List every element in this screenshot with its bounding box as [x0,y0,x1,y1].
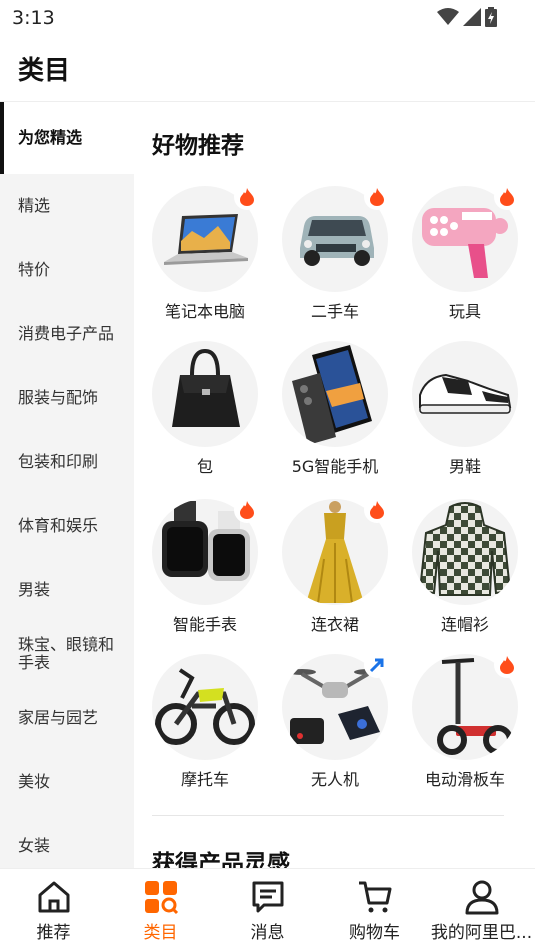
category-image [282,341,388,447]
sidebar-item-label: 家居与园艺 [18,708,99,727]
sidebar-item-label: 女装 [18,836,51,855]
category-label: 包 [196,457,213,476]
category-image [412,499,518,605]
hot-badge-icon [364,497,390,523]
category-label: 二手车 [310,302,359,321]
sidebar-item-label: 为您精选 [18,128,83,147]
nav-category[interactable]: 类目 [107,869,214,951]
sidebar-item-label: 消费电子产品 [18,324,115,343]
category-card[interactable]: 二手车 [282,184,390,326]
handbag-icon [172,348,240,427]
status-bar: 3:13 [0,0,535,36]
nav-cart[interactable]: 购物车 [321,869,428,951]
category-image [152,654,258,760]
message-icon [252,881,284,913]
category-label: 电动滑板车 [424,770,505,789]
nav-my-alibaba[interactable]: 我的阿里巴... [428,869,535,951]
category-card[interactable]: 智能手表 [152,497,260,639]
sidebar-item-packaging[interactable]: 包装和印刷 [0,430,134,494]
sidebar-item-label: 服装与配饰 [18,388,99,407]
category-label: 无人机 [310,770,359,789]
category-card[interactable]: 电动滑板车 [412,652,520,794]
sidebar-item-label: 体育和娱乐 [18,516,99,535]
smartphone-icon [292,345,372,445]
category-label: 笔记本电脑 [164,302,245,321]
section-divider [152,815,504,816]
sidebar-item-label: 特价 [18,260,51,279]
header: 类目 [0,36,535,102]
inspiration-section-title: 获得产品灵感 [152,851,290,868]
category-label: 玩具 [448,302,481,321]
category-icon [145,881,179,915]
category-card[interactable]: 连衣裙 [282,497,390,639]
wifi-icon [437,8,459,25]
nav-home[interactable]: 推荐 [0,869,107,951]
category-label: 男鞋 [448,457,481,476]
category-card[interactable]: 无人机 [282,652,390,794]
sidebar-item-menswear[interactable]: 男装 [0,558,134,622]
page-title: 类目 [18,56,71,86]
sidebar-item-home-garden[interactable]: 家居与园艺 [0,686,134,750]
home-icon [38,881,70,913]
app-screen: 3:13 类目 为您精选 精选 特价 消费电子产品 服装与配饰 包装和印刷 体育… [0,0,535,951]
category-label: 5G智能手机 [291,457,379,476]
hot-badge-icon [494,184,520,210]
section-title: 好物推荐 [152,133,244,159]
category-card[interactable]: 玩具 [412,184,520,326]
category-label: 摩托车 [180,770,229,789]
sidebar-item-deals[interactable]: 特价 [0,238,134,302]
sidebar-item-featured[interactable]: 精选 [0,174,134,238]
nav-label: 购物车 [349,923,400,943]
hot-badge-icon [494,652,520,678]
category-image [152,341,258,447]
trending-badge-icon [364,652,390,678]
category-image [412,341,518,447]
sidebar-item-sports[interactable]: 体育和娱乐 [0,494,134,558]
sidebar-item-electronics[interactable]: 消费电子产品 [0,302,134,366]
battery-icon [485,7,497,27]
category-sidebar: 为您精选 精选 特价 消费电子产品 服装与配饰 包装和印刷 体育和娱乐 男装 珠… [0,102,134,868]
category-label: 连帽衫 [440,615,489,634]
sidebar-item-jewelry[interactable]: 珠宝、眼镜和手表 [0,622,134,686]
hoodie-icon [418,502,512,596]
status-time: 3:13 [12,7,55,29]
category-card[interactable]: 笔记本电脑 [152,184,260,326]
hot-badge-icon [234,184,260,210]
nav-label: 消息 [250,923,285,943]
nav-label: 推荐 [36,923,71,943]
category-card[interactable]: 5G智能手机 [282,341,388,481]
sidebar-item-label: 包装和印刷 [18,452,99,471]
sneaker-icon [419,373,512,414]
hot-badge-icon [364,184,390,210]
category-label: 连衣裙 [310,615,359,634]
category-card[interactable]: 包 [152,341,258,481]
sidebar-item-label: 珠宝、眼镜和手表 [18,635,115,672]
category-card[interactable]: 男鞋 [412,341,518,481]
nav-messages[interactable]: 消息 [214,869,321,951]
sidebar-item-label: 精选 [18,196,51,215]
sidebar-item-apparel[interactable]: 服装与配饰 [0,366,134,430]
signal-icon [463,8,481,26]
sidebar-item-label: 男装 [18,580,51,599]
category-content: 好物推荐 笔记本电脑 二手车 玩具 包 5G智能手机 男鞋 智能手表 连衣裙 连… [134,102,535,868]
nav-label: 我的阿里巴... [430,923,533,943]
category-card[interactable]: 摩托车 [152,654,258,794]
sidebar-item-womenswear[interactable]: 女装 [0,814,134,868]
hot-badge-icon [234,497,260,523]
sidebar-item-label: 美妆 [18,772,51,791]
cart-icon [359,881,392,913]
sidebar-item-beauty[interactable]: 美妆 [0,750,134,814]
sidebar-item-for-you[interactable]: 为您精选 [0,102,134,174]
status-icons [437,7,497,27]
motorcycle-icon [155,668,255,745]
nav-label: 类目 [143,923,178,943]
bottom-nav: 推荐 类目 消息 购物车 我的阿里巴... [0,868,535,951]
category-label: 智能手表 [172,615,237,634]
user-icon [465,880,499,915]
category-card[interactable]: 连帽衫 [412,499,518,639]
